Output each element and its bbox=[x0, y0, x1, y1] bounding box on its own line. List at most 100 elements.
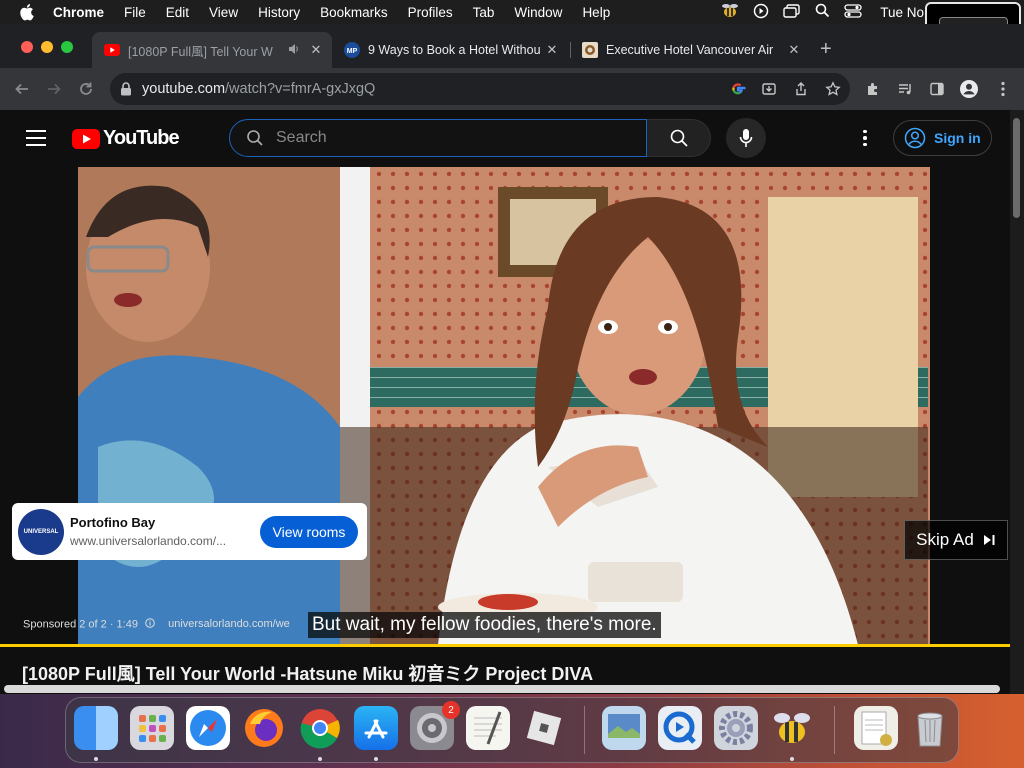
menu-window[interactable]: Window bbox=[514, 5, 562, 20]
forward-arrow-icon[interactable] bbox=[44, 79, 64, 99]
menu-edit[interactable]: Edit bbox=[166, 5, 189, 20]
textedit-icon[interactable] bbox=[466, 706, 510, 750]
side-panel-icon[interactable] bbox=[928, 80, 946, 98]
play-circle-icon[interactable] bbox=[753, 3, 769, 22]
speaker-icon[interactable] bbox=[288, 43, 300, 58]
close-tab-icon[interactable]: ✕ bbox=[786, 42, 802, 58]
tab-hotel-booking[interactable]: MP 9 Ways to Book a Hotel Withou ✕ bbox=[332, 32, 568, 68]
share-icon[interactable] bbox=[792, 80, 810, 98]
video-player[interactable] bbox=[78, 167, 930, 645]
firefox-icon[interactable] bbox=[242, 706, 286, 750]
tab-youtube[interactable]: [1080P Full風] Tell Your W ✕ bbox=[92, 32, 332, 68]
running-indicator bbox=[790, 757, 794, 761]
dock-separator bbox=[834, 706, 835, 754]
youtube-page: YouTube Sign in bbox=[0, 110, 1010, 694]
bee-app-icon[interactable] bbox=[770, 706, 814, 750]
menu-chrome[interactable]: Chrome bbox=[53, 5, 104, 20]
video-frame-image bbox=[78, 167, 930, 645]
menu-help[interactable]: Help bbox=[582, 5, 610, 20]
control-center-icon[interactable] bbox=[844, 3, 862, 22]
url-text: youtube.com/watch?v=fmrA-gxJxgQ bbox=[142, 81, 375, 97]
bee-status-icon[interactable] bbox=[721, 3, 739, 22]
running-indicator bbox=[94, 757, 98, 761]
back-arrow-icon[interactable] bbox=[12, 79, 32, 99]
close-tab-icon[interactable]: ✕ bbox=[308, 42, 324, 58]
bookmark-star-icon[interactable] bbox=[824, 80, 842, 98]
ad-card[interactable]: UNIVERSAL Portofino Bay www.universalorl… bbox=[12, 503, 367, 560]
info-icon[interactable] bbox=[145, 618, 155, 631]
ad-progress-bar[interactable] bbox=[0, 644, 1010, 647]
search-box[interactable] bbox=[229, 119, 647, 157]
extensions-puzzle-icon[interactable] bbox=[864, 80, 882, 98]
install-app-icon[interactable] bbox=[760, 80, 778, 98]
view-rooms-button[interactable]: View rooms bbox=[260, 515, 358, 548]
ad-text: Portofino Bay www.universalorlando.com/.… bbox=[70, 515, 250, 548]
vertical-scrollbar[interactable] bbox=[1010, 110, 1024, 694]
menu-file[interactable]: File bbox=[124, 5, 146, 20]
horizontal-scrollbar[interactable] bbox=[4, 685, 1000, 693]
tab-strip: [1080P Full風] Tell Your W ✕ MP 9 Ways to… bbox=[0, 24, 1024, 68]
menu-bookmarks[interactable]: Bookmarks bbox=[320, 5, 388, 20]
video-caption: But wait, my fellow foodies, there's mor… bbox=[308, 612, 661, 638]
chrome-menu-icon[interactable] bbox=[994, 80, 1012, 98]
youtube-favicon-icon bbox=[104, 42, 120, 58]
app-store-icon[interactable] bbox=[354, 706, 398, 750]
search-input[interactable] bbox=[274, 128, 618, 148]
screen-mirroring-icon[interactable] bbox=[783, 3, 801, 22]
menu-bar: Chrome File Edit View History Bookmarks … bbox=[0, 0, 1024, 24]
video-title: [1080P Full風] Tell Your World -Hatsune M… bbox=[22, 664, 594, 684]
menubar-clock[interactable]: Tue No bbox=[880, 5, 924, 20]
dock: 2 bbox=[65, 697, 959, 763]
skip-ad-button[interactable]: Skip Ad bbox=[904, 520, 1008, 560]
microphone-icon bbox=[739, 129, 753, 147]
safari-icon[interactable] bbox=[186, 706, 230, 750]
svg-text:MP: MP bbox=[347, 48, 358, 55]
notification-badge: 2 bbox=[442, 701, 460, 719]
skip-next-icon bbox=[983, 535, 995, 545]
tab-executive-hotel[interactable]: Executive Hotel Vancouver Air ✕ bbox=[570, 32, 810, 68]
youtube-header: YouTube Sign in bbox=[0, 110, 1010, 166]
url-host: youtube.com bbox=[142, 81, 226, 97]
skip-ad-label: Skip Ad bbox=[916, 530, 974, 549]
new-tab-plus-icon[interactable]: + bbox=[820, 38, 832, 61]
close-window-button[interactable] bbox=[21, 41, 33, 53]
maximize-window-button[interactable] bbox=[61, 41, 73, 53]
search-icon bbox=[670, 129, 688, 147]
menu-tab[interactable]: Tab bbox=[473, 5, 495, 20]
more-options-icon[interactable] bbox=[855, 128, 875, 148]
menu-view[interactable]: View bbox=[209, 5, 238, 20]
scrollbar-thumb[interactable] bbox=[1013, 118, 1020, 218]
sign-in-button[interactable]: Sign in bbox=[893, 120, 992, 156]
finder-icon[interactable] bbox=[74, 706, 118, 750]
notes-document-icon[interactable] bbox=[854, 706, 898, 750]
quicktime-icon[interactable] bbox=[658, 706, 702, 750]
browser-toolbar: youtube.com/watch?v=fmrA-gxJxgQ bbox=[0, 68, 1024, 110]
minimize-window-button[interactable] bbox=[41, 41, 53, 53]
roblox-icon[interactable] bbox=[522, 706, 566, 750]
menu-history[interactable]: History bbox=[258, 5, 300, 20]
preview-icon[interactable] bbox=[602, 706, 646, 750]
lock-icon[interactable] bbox=[120, 82, 134, 96]
reload-icon[interactable] bbox=[76, 79, 96, 99]
profile-avatar-icon[interactable] bbox=[960, 80, 978, 98]
system-preferences-icon[interactable]: 2 bbox=[410, 701, 460, 750]
media-queue-icon[interactable] bbox=[896, 80, 914, 98]
google-lens-icon[interactable] bbox=[729, 80, 747, 98]
close-tab-icon[interactable]: ✕ bbox=[544, 42, 560, 58]
ad-domain-link[interactable]: universalorlando.com/we bbox=[168, 618, 290, 630]
tab-title: [1080P Full風] Tell Your W bbox=[128, 44, 273, 59]
apple-icon[interactable] bbox=[19, 3, 37, 21]
settings-gear-icon[interactable] bbox=[714, 706, 758, 750]
universal-logo: UNIVERSAL bbox=[18, 508, 64, 555]
hamburger-menu-icon[interactable] bbox=[26, 130, 46, 146]
chrome-icon[interactable] bbox=[298, 706, 342, 750]
youtube-logo[interactable]: YouTube bbox=[72, 127, 180, 150]
search-button[interactable] bbox=[647, 119, 711, 157]
mp-favicon-icon: MP bbox=[344, 42, 360, 58]
trash-icon[interactable] bbox=[908, 706, 952, 750]
voice-search-button[interactable] bbox=[726, 118, 766, 158]
hotel-favicon-icon bbox=[582, 42, 598, 58]
menu-profiles[interactable]: Profiles bbox=[408, 5, 453, 20]
launchpad-icon[interactable] bbox=[130, 706, 174, 750]
spotlight-search-icon[interactable] bbox=[815, 3, 830, 21]
